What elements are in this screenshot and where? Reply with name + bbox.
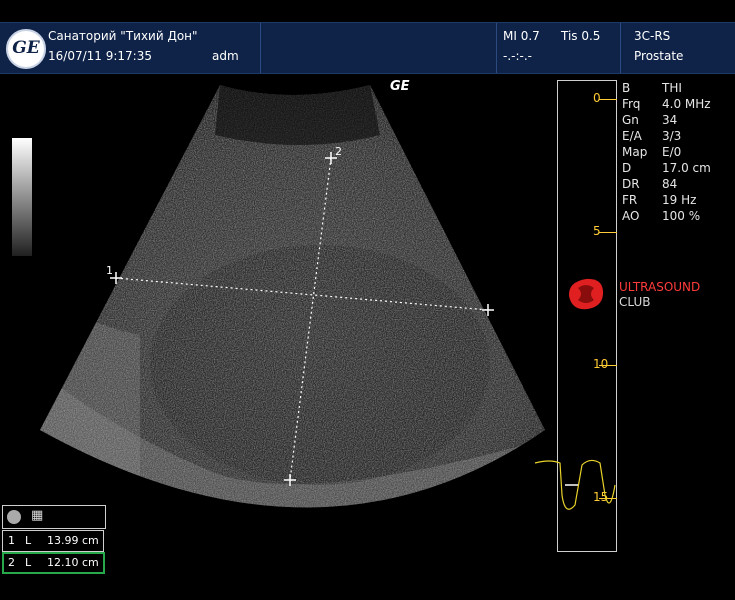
param-row: D 17.0 cm xyxy=(622,161,711,175)
imaging-parameters: B THI Frq 4.0 MHz Gn 34 E/A 3/3 Map E/0 D 17.0… xyxy=(622,80,711,224)
ge-watermark: GE xyxy=(390,79,410,94)
measurement-type: L xyxy=(25,534,32,547)
measurement-index: 2 xyxy=(8,556,15,569)
param-row: FR 19 Hz xyxy=(622,193,697,207)
measurement-index: 1 xyxy=(8,534,15,547)
depth-label-0: 0 xyxy=(593,91,601,105)
depth-label-5: 5 xyxy=(593,224,601,238)
measurement-value: 13.99 cm xyxy=(47,534,99,547)
probe-name: 3C-RS xyxy=(634,29,671,43)
calculator-icon[interactable]: ▦ xyxy=(31,508,47,524)
param-row: E/A 3/3 xyxy=(622,129,682,143)
watermark-line-2: CLUB xyxy=(619,295,651,309)
preset-name: Prostate xyxy=(634,49,684,63)
param-row: Frq 4.0 MHz xyxy=(622,97,711,111)
caliper-label-1: 1 xyxy=(106,264,113,277)
param-row: AO 100 % xyxy=(622,209,701,223)
measurement-controls[interactable]: ▦ xyxy=(2,505,106,529)
facility-name: Санаторий "Тихий Дон" xyxy=(48,29,198,43)
status-header: GE Санаторий "Тихий Дон" 16/07/11 9:17:3… xyxy=(0,22,735,74)
thermal-index-sub: -.-:-.- xyxy=(503,49,532,63)
depth-tick xyxy=(599,232,617,233)
mechanical-index: MI 0.7 xyxy=(503,29,540,43)
param-row: Gn 34 xyxy=(622,113,678,127)
measurement-row-1[interactable]: 1 L 13.99 cm xyxy=(2,530,104,552)
measurement-row-2[interactable]: 2 L 12.10 cm xyxy=(2,552,105,574)
param-row: Map E/0 xyxy=(622,145,682,159)
thermal-index: Tis 0.5 xyxy=(561,29,601,43)
param-row: B THI xyxy=(622,81,682,95)
depth-label-10: 10 xyxy=(593,357,609,371)
measurement-value: 12.10 cm xyxy=(47,556,99,569)
heart-trace-icon xyxy=(534,459,616,510)
exam-datetime: 16/07/11 9:17:35 xyxy=(48,49,152,63)
watermark-line-1: ULTRASOUND xyxy=(619,280,701,294)
param-row: DR 84 xyxy=(622,177,678,191)
ultrasound-image[interactable] xyxy=(0,75,600,575)
depth-tick xyxy=(599,99,617,100)
record-icon[interactable] xyxy=(7,510,21,524)
measurement-type: L xyxy=(25,556,32,569)
caliper-label-2: 2 xyxy=(335,145,342,158)
watermark-text: ULTRASOUND CLUB xyxy=(619,280,700,310)
operator-name: adm xyxy=(212,49,239,63)
blank-cell xyxy=(260,23,497,73)
ultrasound-club-logo xyxy=(568,278,604,310)
